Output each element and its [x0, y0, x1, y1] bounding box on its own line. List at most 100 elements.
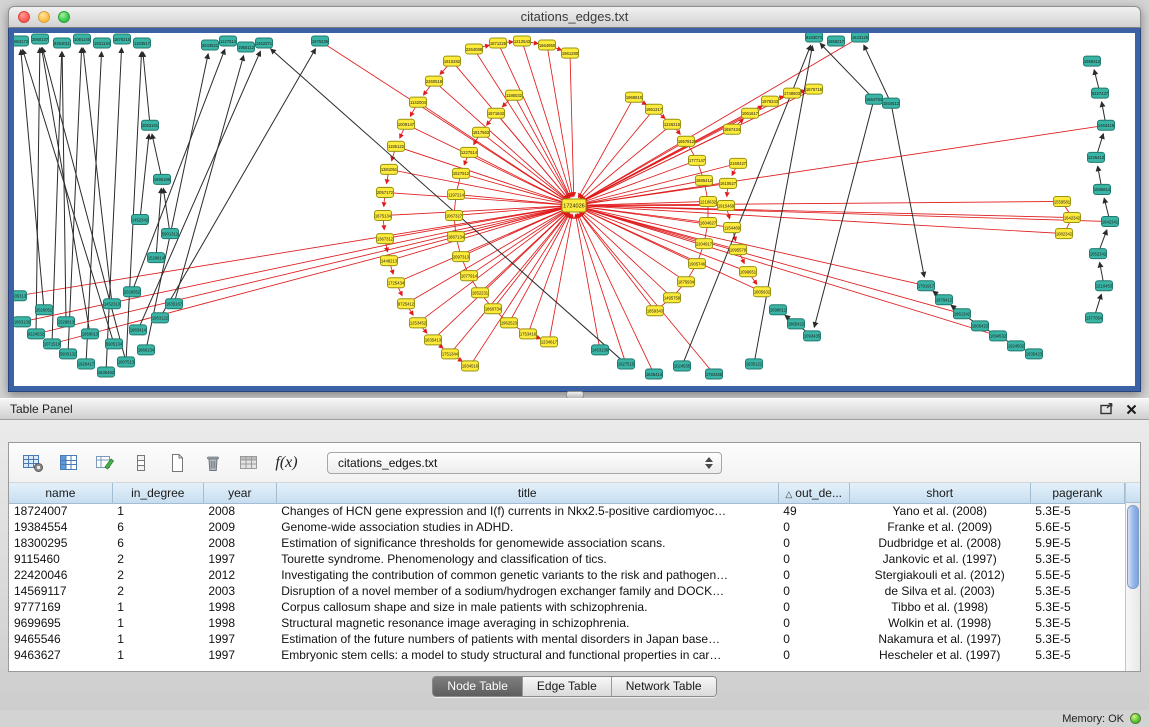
- tab-network-table[interactable]: Network Table: [611, 677, 716, 696]
- graph-edge[interactable]: [36, 48, 40, 334]
- table-cell[interactable]: 0: [778, 583, 849, 599]
- graph-node[interactable]: 1791917: [918, 281, 935, 291]
- graph-node[interactable]: 1910282: [444, 56, 461, 66]
- table-row[interactable]: 946554611997Estimation of the future num…: [9, 631, 1125, 647]
- float-panel-icon[interactable]: [1100, 403, 1113, 415]
- table-cell[interactable]: 18724007: [9, 503, 112, 519]
- table-row[interactable]: 2242004622012Investigating the contribut…: [9, 567, 1125, 583]
- graph-edge[interactable]: [396, 146, 565, 202]
- graph-node[interactable]: 9224532: [28, 329, 45, 339]
- graph-node-hub[interactable]: 1724026: [562, 199, 586, 212]
- graph-node[interactable]: 1377054: [1086, 313, 1103, 323]
- graph-edge[interactable]: [52, 208, 565, 344]
- graph-node[interactable]: 1452342: [132, 215, 149, 225]
- table-cell[interactable]: 2: [112, 583, 203, 599]
- graph-node[interactable]: 1212543: [514, 36, 531, 46]
- graph-node[interactable]: 1452371: [256, 38, 273, 48]
- table-cell[interactable]: Estimation of the future numbers of pati…: [276, 631, 778, 647]
- table-row[interactable]: 977716911998Corpus callosum shape and si…: [9, 599, 1125, 615]
- table-cell[interactable]: Corpus callosum shape and size in male p…: [276, 599, 778, 615]
- column-header-year[interactable]: year: [203, 483, 276, 503]
- graph-node[interactable]: 1381051: [381, 164, 398, 174]
- graph-node[interactable]: 1071519: [44, 339, 61, 349]
- graph-node[interactable]: 1052342: [1090, 249, 1107, 259]
- graph-node[interactable]: 1094532: [990, 331, 1007, 341]
- graph-edge[interactable]: [891, 103, 924, 277]
- graph-edge[interactable]: [152, 134, 162, 179]
- graph-node[interactable]: 2043521: [202, 40, 219, 50]
- graph-node[interactable]: 1061617: [742, 108, 759, 118]
- graph-edge[interactable]: [385, 207, 565, 239]
- select-columns-icon[interactable]: [55, 449, 82, 476]
- table-cell[interactable]: 2: [112, 567, 203, 583]
- graph-edge[interactable]: [583, 208, 962, 314]
- graph-node[interactable]: 1186032: [506, 90, 523, 100]
- tab-edge-table[interactable]: Edge Table: [522, 677, 611, 696]
- graph-edge[interactable]: [138, 51, 260, 330]
- graph-edge[interactable]: [36, 208, 565, 334]
- table-cell[interactable]: Investigating the contribution of common…: [276, 567, 778, 583]
- delete-table-icon[interactable]: [199, 449, 226, 476]
- graph-edge[interactable]: [582, 93, 792, 201]
- graph-node[interactable]: 1748503: [784, 88, 801, 98]
- graph-node[interactable]: 1234617: [541, 337, 558, 347]
- table-cell[interactable]: Structural magnetic resonance image aver…: [276, 615, 778, 631]
- table-cell[interactable]: Stergiakouli et al. (2012): [849, 567, 1030, 583]
- graph-node[interactable]: 2057172: [377, 187, 394, 197]
- graph-node[interactable]: 1595814: [1094, 184, 1111, 194]
- table-cell[interactable]: Nakamura et al. (1997): [849, 631, 1030, 647]
- table-cell[interactable]: 5.3E-5: [1030, 551, 1124, 567]
- table-cell[interactable]: Wolkin et al. (1998): [849, 615, 1030, 631]
- graph-node[interactable]: 1859343: [647, 306, 664, 316]
- table-cell[interactable]: 0: [778, 615, 849, 631]
- graph-edge[interactable]: [156, 188, 161, 257]
- graph-node[interactable]: 8183074: [806, 33, 823, 42]
- graph-node[interactable]: 2260518: [426, 76, 443, 86]
- table-cell[interactable]: 22420046: [9, 567, 112, 583]
- graph-node[interactable]: 1099651: [740, 267, 757, 277]
- graph-node[interactable]: 2026051: [36, 305, 53, 315]
- graph-node[interactable]: 1009147: [398, 119, 415, 129]
- graph-edge[interactable]: [143, 52, 150, 125]
- table-cell[interactable]: 1998: [203, 599, 276, 615]
- table-cell[interactable]: 18300295: [9, 535, 112, 551]
- table-cell[interactable]: 0: [778, 551, 849, 567]
- table-cell[interactable]: Dudbridge et al. (2008): [849, 535, 1030, 551]
- graph-node[interactable]: 1595186: [154, 174, 171, 184]
- scrollbar-thumb[interactable]: [1127, 505, 1139, 589]
- graph-edge[interactable]: [820, 43, 874, 99]
- table-cell[interactable]: 2012: [203, 567, 276, 583]
- graph-node[interactable]: 1235413: [1088, 152, 1105, 162]
- graph-edge[interactable]: [583, 125, 1106, 204]
- table-row[interactable]: 946362711997Embryonic stem cells: a mode…: [9, 647, 1125, 663]
- graph-node[interactable]: 1865422: [788, 319, 805, 329]
- graph-node[interactable]: 1685412: [696, 175, 713, 185]
- table-cell[interactable]: 6: [112, 535, 203, 551]
- graph-node[interactable]: 1671842: [488, 108, 505, 118]
- table-cell[interactable]: 5.3E-5: [1030, 631, 1124, 647]
- graph-node[interactable]: 1817563: [473, 127, 490, 137]
- graph-node[interactable]: 1664794: [866, 94, 883, 104]
- graph-node[interactable]: 1604627: [700, 218, 717, 228]
- graph-node[interactable]: 1635121: [746, 359, 763, 369]
- row-options-icon[interactable]: [127, 449, 154, 476]
- table-cell[interactable]: 1: [112, 599, 203, 615]
- graph-node[interactable]: 1095579: [730, 245, 747, 255]
- graph-node[interactable]: 1871226: [490, 38, 507, 48]
- graph-node[interactable]: 1453136: [592, 345, 609, 355]
- graph-node[interactable]: 1961280: [562, 48, 579, 58]
- table-cell[interactable]: Tibbo et al. (1998): [849, 599, 1030, 615]
- graph-node[interactable]: 1875715: [806, 84, 823, 94]
- table-cell[interactable]: 19384554: [9, 519, 112, 535]
- graph-node[interactable]: 1559581: [1054, 196, 1071, 206]
- table-cell[interactable]: 0: [778, 631, 849, 647]
- table-cell[interactable]: Embryonic stem cells: a model to study s…: [276, 647, 778, 663]
- graph-node[interactable]: 1792455: [706, 369, 723, 379]
- table-selector-dropdown[interactable]: citations_edges.txt: [327, 452, 722, 474]
- graph-edge[interactable]: [18, 207, 565, 296]
- table-cell[interactable]: Disruption of a novel member of a sodium…: [276, 583, 778, 599]
- graph-edge[interactable]: [493, 213, 568, 309]
- graph-node[interactable]: 1635414: [646, 369, 663, 379]
- table-cell[interactable]: 5.3E-5: [1030, 647, 1124, 663]
- column-header-short[interactable]: short: [849, 483, 1030, 503]
